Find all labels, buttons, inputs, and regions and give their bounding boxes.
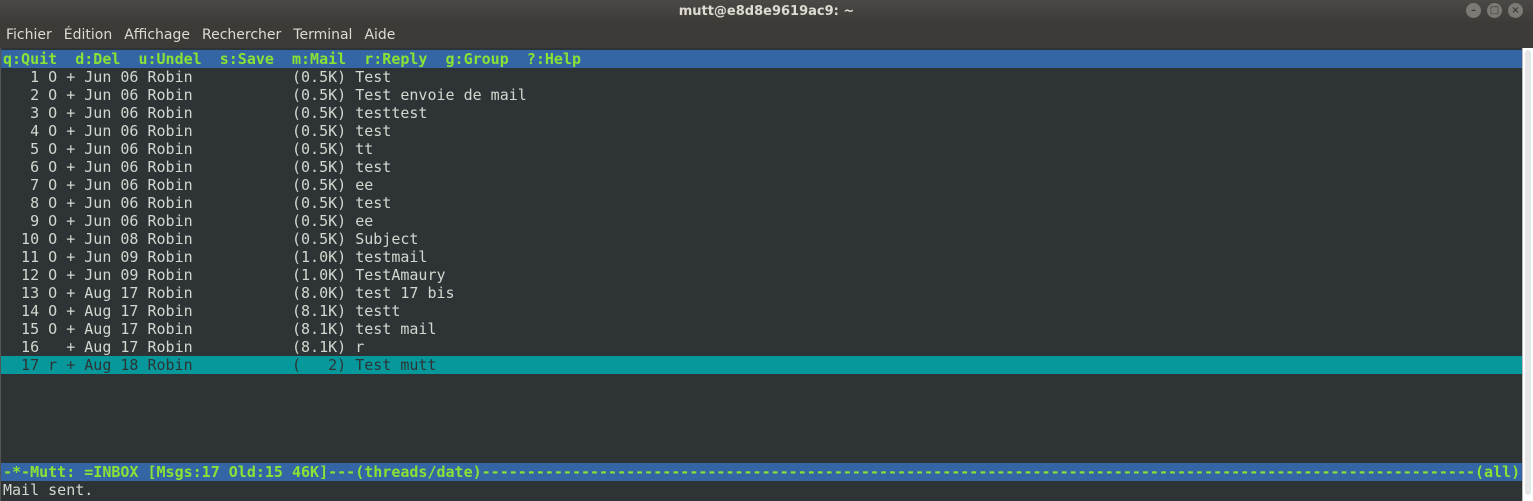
message-row[interactable]: 7 O + Jun 06 Robin (0.5K) ee: [1, 176, 1523, 194]
maximize-icon[interactable]: □: [1487, 3, 1502, 18]
menubar: Fichier Édition Affichage Rechercher Ter…: [0, 22, 1533, 48]
minimize-icon[interactable]: –: [1466, 3, 1481, 18]
message-row[interactable]: 3 O + Jun 06 Robin (0.5K) testtest: [1, 104, 1523, 122]
message-row[interactable]: 11 O + Jun 09 Robin (1.0K) testmail: [1, 248, 1523, 266]
scrollbar-thumb[interactable]: [1525, 50, 1531, 495]
menu-aide[interactable]: Aide: [364, 27, 395, 43]
menu-terminal[interactable]: Terminal: [293, 27, 352, 43]
message-row[interactable]: 2 O + Jun 06 Robin (0.5K) Test envoie de…: [1, 86, 1523, 104]
message-row[interactable]: 4 O + Jun 06 Robin (0.5K) test: [1, 122, 1523, 140]
terminal-scrollbar[interactable]: [1522, 48, 1533, 501]
menu-fichier[interactable]: Fichier: [6, 27, 52, 43]
message-row[interactable]: 5 O + Jun 06 Robin (0.5K) tt: [1, 140, 1523, 158]
close-icon[interactable]: ×: [1508, 3, 1523, 18]
menu-rechercher[interactable]: Rechercher: [202, 27, 281, 43]
mutt-message-line: Mail sent.: [3, 481, 94, 499]
terminal-area[interactable]: q:Quit d:Del u:Undel s:Save m:Mail r:Rep…: [0, 48, 1533, 501]
mutt-help-bar: q:Quit d:Del u:Undel s:Save m:Mail r:Rep…: [1, 50, 1523, 68]
menu-affichage[interactable]: Affichage: [124, 27, 190, 43]
window-controls: – □ ×: [1466, 3, 1523, 18]
message-row[interactable]: 6 O + Jun 06 Robin (0.5K) test: [1, 158, 1523, 176]
message-row[interactable]: 12 O + Jun 09 Robin (1.0K) TestAmaury: [1, 266, 1523, 284]
message-row[interactable]: 14 O + Aug 17 Robin (8.1K) testt: [1, 302, 1523, 320]
message-row[interactable]: 9 O + Jun 06 Robin (0.5K) ee: [1, 212, 1523, 230]
message-row[interactable]: 8 O + Jun 06 Robin (0.5K) test: [1, 194, 1523, 212]
window-titlebar: mutt@e8d8e9619ac9: ~ – □ ×: [0, 0, 1533, 22]
window-title: mutt@e8d8e9619ac9: ~: [678, 3, 855, 19]
message-row[interactable]: 15 O + Aug 17 Robin (8.1K) test mail: [1, 320, 1523, 338]
menu-edition[interactable]: Édition: [64, 27, 112, 43]
message-row[interactable]: 13 O + Aug 17 Robin (8.0K) test 17 bis: [1, 284, 1523, 302]
message-row[interactable]: 1 O + Jun 06 Robin (0.5K) Test: [1, 68, 1523, 86]
message-row-selected[interactable]: 17 r + Aug 18 Robin ( 2) Test mutt: [1, 356, 1523, 374]
message-row[interactable]: 16 + Aug 17 Robin (8.1K) r: [1, 338, 1523, 356]
message-row[interactable]: 10 O + Jun 08 Robin (0.5K) Subject: [1, 230, 1523, 248]
mutt-status-bar: -*-Mutt: =INBOX [Msgs:17 Old:15 46K]---(…: [1, 463, 1533, 481]
